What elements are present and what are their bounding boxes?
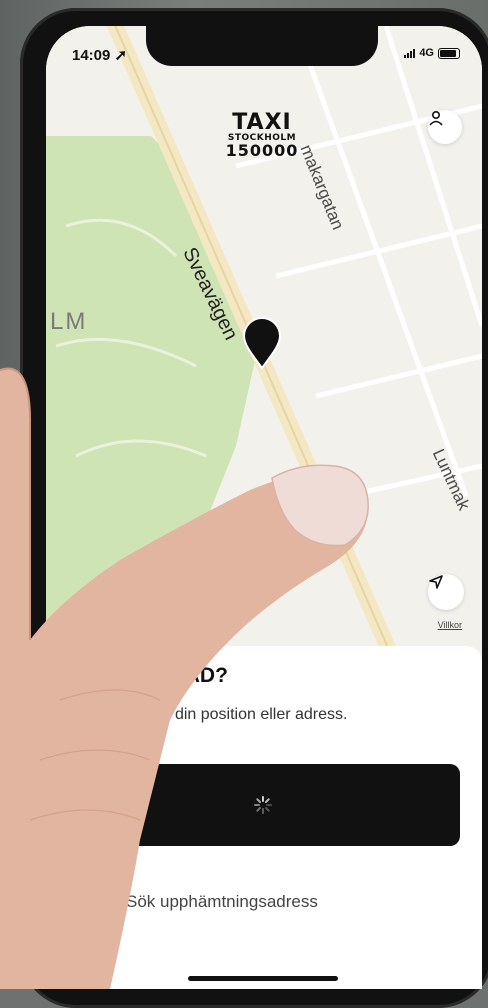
search-pickup-label: Sök upphämtningsadress [126, 892, 318, 911]
district-label: LM [50, 308, 88, 335]
terms-link[interactable]: Villkor [438, 620, 462, 630]
pickup-sheet: BLI HÄMTAD? rslaget nära din position el… [46, 646, 482, 989]
app-logo: TAXI STOCKHOLM 150000 [216, 112, 308, 159]
map-pin-icon [242, 316, 282, 370]
my-location-button[interactable] [428, 574, 464, 610]
network-label: 4G [419, 47, 434, 59]
map-view[interactable]: LM Sveavägen makargatan Luntmak TAXI STO… [46, 26, 482, 646]
battery-icon [438, 47, 460, 59]
confirm-pickup-button[interactable] [66, 764, 460, 846]
home-indicator [188, 976, 338, 981]
sheet-description: rslaget nära din position eller adress. [86, 706, 348, 723]
search-pickup-address[interactable]: Sök upphämtningsadress [66, 882, 460, 922]
loading-spinner-icon [254, 796, 272, 814]
logo-line1: TAXI [232, 110, 292, 135]
app-screen: 14:09 ➚ 4G LM Sveavägen makargatan Luntm… [46, 26, 482, 989]
logo-line3: 150000 [225, 141, 299, 160]
status-right: 4G [404, 47, 460, 59]
profile-button[interactable] [428, 110, 462, 144]
status-time: 14:09 ➚ [72, 47, 128, 64]
navigation-arrow-icon [429, 575, 443, 589]
person-icon [429, 110, 443, 126]
signal-icon [404, 48, 416, 58]
status-bar: 14:09 ➚ 4G [46, 44, 482, 68]
sheet-title: BLI HÄMTAD? [86, 664, 228, 687]
